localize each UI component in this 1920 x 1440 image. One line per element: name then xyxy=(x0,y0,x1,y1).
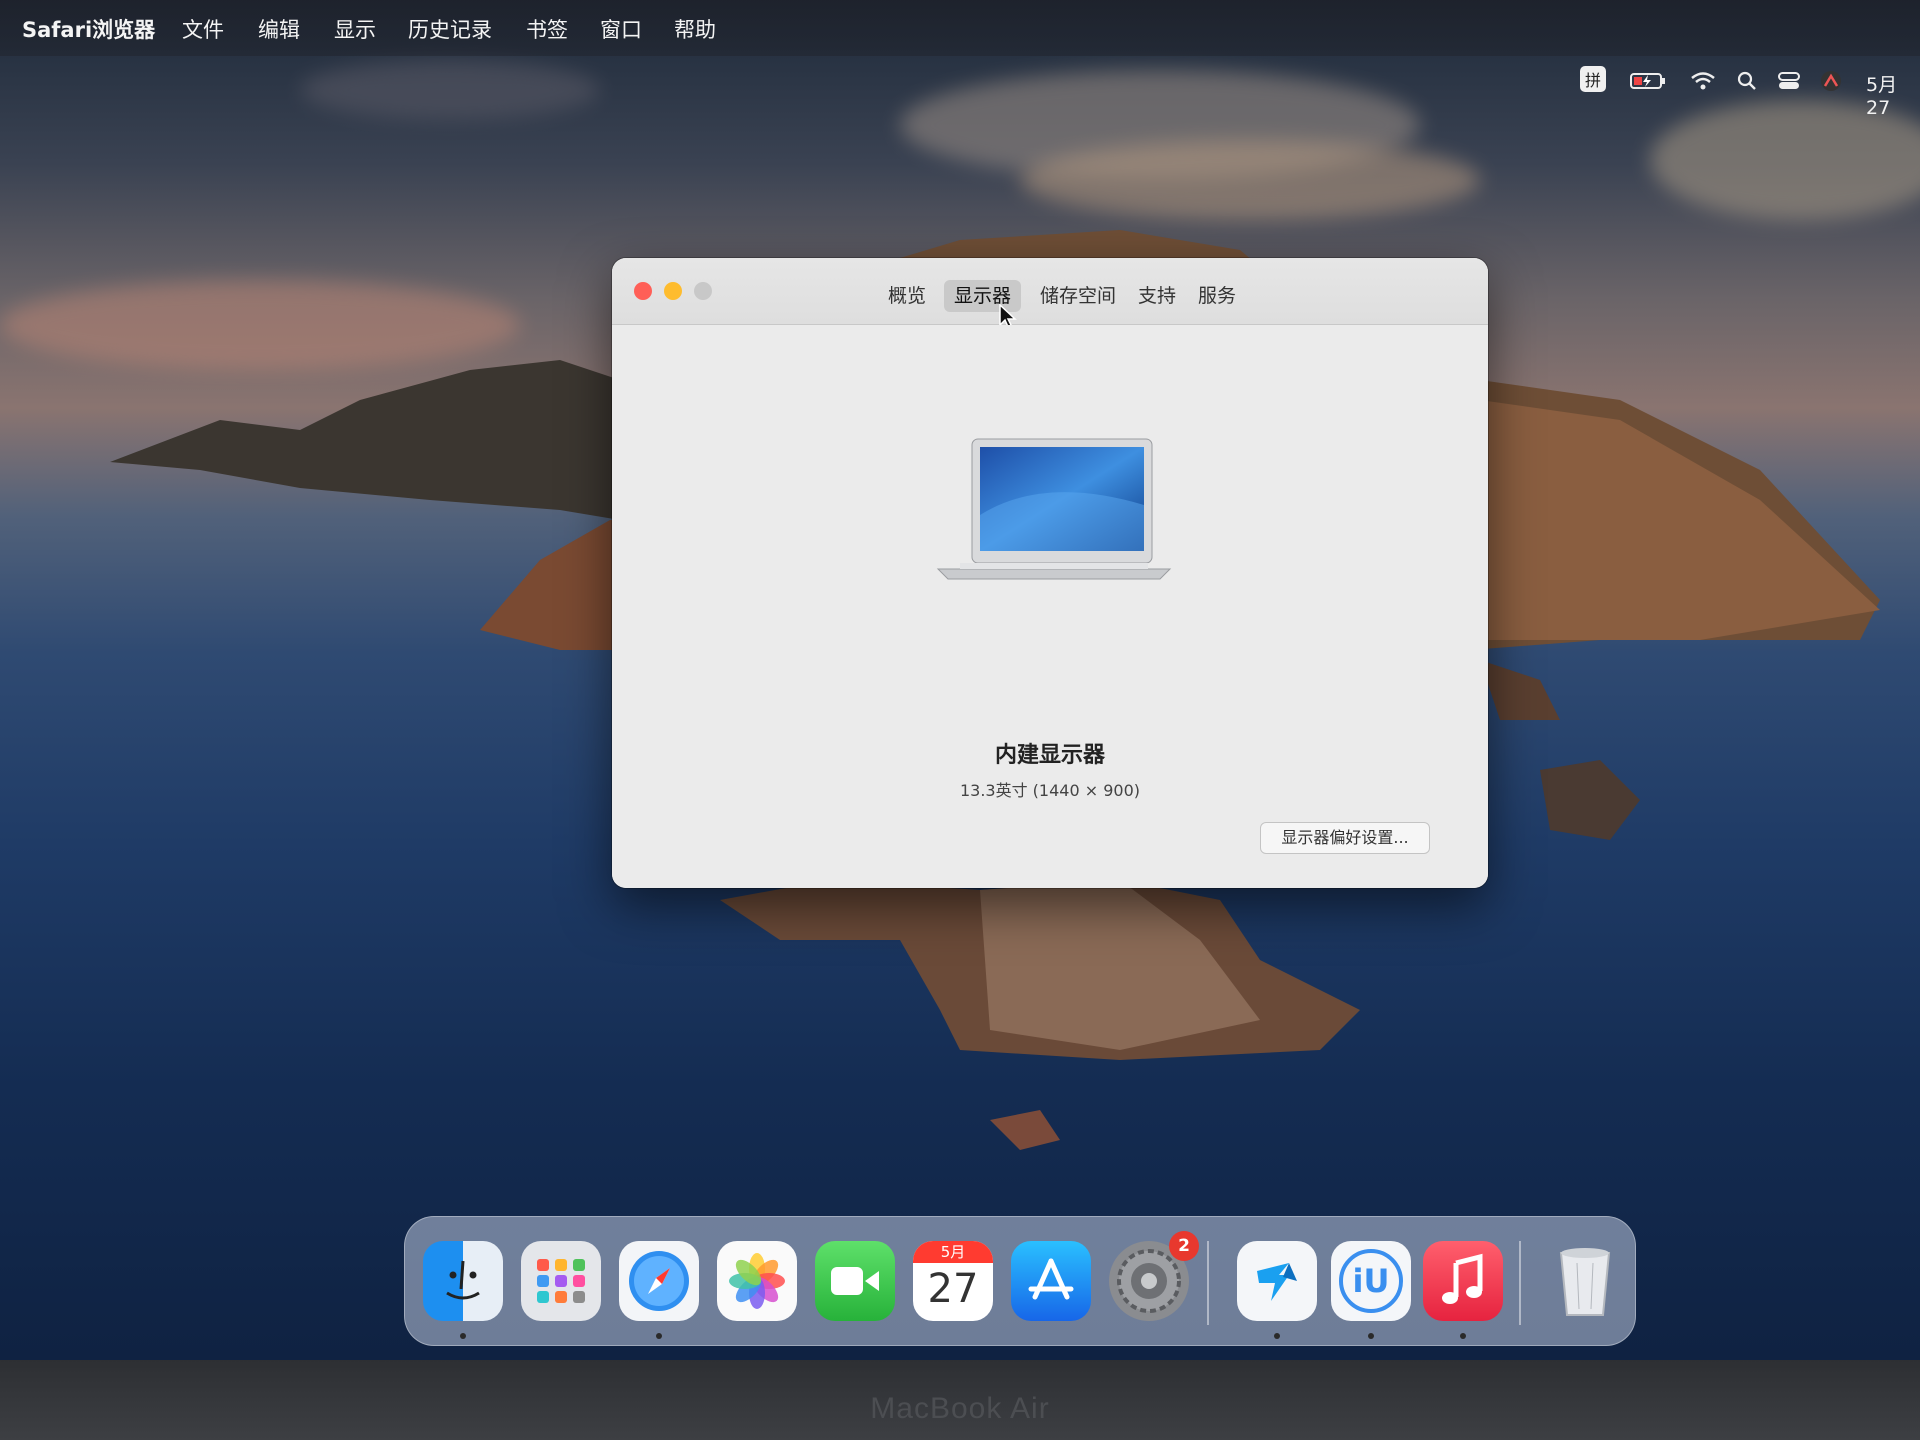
spotlight-icon[interactable] xyxy=(1732,66,1762,96)
finder-running-indicator xyxy=(460,1333,466,1339)
window-titlebar: 概览 显示器 储存空间 支持 服务 xyxy=(612,258,1488,331)
photos-icon[interactable] xyxy=(717,1241,797,1321)
bezel-brand-label: MacBook Air xyxy=(870,1392,1050,1425)
menu-bar-status-area: 拼 5月27 xyxy=(1570,66,1920,119)
arrow-app-icon[interactable] xyxy=(1237,1241,1317,1321)
menu-edit[interactable]: 编辑 xyxy=(258,14,300,44)
dock: 5月 27 2 iU xyxy=(404,1216,1636,1346)
safari-icon[interactable] xyxy=(619,1241,699,1321)
arrow-app-running-indicator xyxy=(1274,1333,1280,1339)
calendar-month-label: 5月 xyxy=(913,1241,993,1263)
launchpad-icon[interactable] xyxy=(521,1241,601,1321)
calendar-day-label: 27 xyxy=(927,1266,979,1312)
minimize-button[interactable] xyxy=(664,282,682,300)
display-name: 内建显示器 xyxy=(994,743,1105,768)
menu-help[interactable]: 帮助 xyxy=(674,14,716,44)
about-this-mac-window: 概览 显示器 储存空间 支持 服务 内建显示器 13.3英寸 (1440 × 9… xyxy=(612,258,1488,888)
iu-app-label: iU xyxy=(1339,1249,1403,1313)
menu-view[interactable]: 显示 xyxy=(334,14,376,44)
safari-running-indicator xyxy=(656,1333,662,1339)
menu-window[interactable]: 窗口 xyxy=(600,14,642,44)
menu-bar: Safari浏览器 文件 编辑 显示 历史记录 书签 窗口 帮助 xyxy=(0,0,1920,56)
iu-running-indicator xyxy=(1368,1333,1374,1339)
menu-bar-date[interactable]: 5月27 xyxy=(1866,70,1920,119)
trash-icon[interactable] xyxy=(1545,1241,1625,1321)
zoom-button[interactable] xyxy=(694,282,712,300)
system-preferences-icon[interactable]: 2 xyxy=(1109,1231,1199,1321)
tab-service[interactable]: 服务 xyxy=(1188,280,1246,312)
control-center-icon[interactable] xyxy=(1774,66,1804,96)
facetime-icon[interactable] xyxy=(815,1241,895,1321)
music-icon[interactable] xyxy=(1423,1241,1503,1321)
input-method-label: 拼 xyxy=(1584,71,1601,90)
wifi-icon[interactable] xyxy=(1688,66,1718,96)
displays-panel: 内建显示器 13.3英寸 (1440 × 900) xyxy=(612,325,1488,888)
tab-storage[interactable]: 储存空间 xyxy=(1030,280,1126,312)
music-running-indicator xyxy=(1460,1333,1466,1339)
macbook-display-illustration xyxy=(936,438,1172,580)
menu-file[interactable]: 文件 xyxy=(182,14,224,44)
battery-charging-icon[interactable] xyxy=(1628,66,1668,96)
menu-history[interactable]: 历史记录 xyxy=(408,14,492,44)
tab-overview[interactable]: 概览 xyxy=(878,280,936,312)
tab-support[interactable]: 支持 xyxy=(1128,280,1186,312)
close-button[interactable] xyxy=(634,282,652,300)
display-preferences-button[interactable]: 显示器偏好设置... xyxy=(1260,822,1430,854)
menu-bookmarks[interactable]: 书签 xyxy=(526,14,568,44)
dock-separator xyxy=(1207,1241,1209,1325)
app-store-icon[interactable] xyxy=(1011,1241,1091,1321)
finder-icon[interactable] xyxy=(423,1241,503,1321)
menu-app-name[interactable]: Safari浏览器 xyxy=(22,14,155,44)
calendar-icon[interactable]: 5月 27 xyxy=(913,1241,993,1321)
input-method-icon[interactable]: 拼 xyxy=(1580,66,1606,92)
display-size: 13.3英寸 (1440 × 900) xyxy=(959,781,1141,800)
user-icon[interactable] xyxy=(1816,66,1846,96)
iu-app-icon[interactable]: iU xyxy=(1331,1241,1411,1321)
dock-separator xyxy=(1519,1241,1521,1325)
notification-badge: 2 xyxy=(1169,1231,1199,1261)
